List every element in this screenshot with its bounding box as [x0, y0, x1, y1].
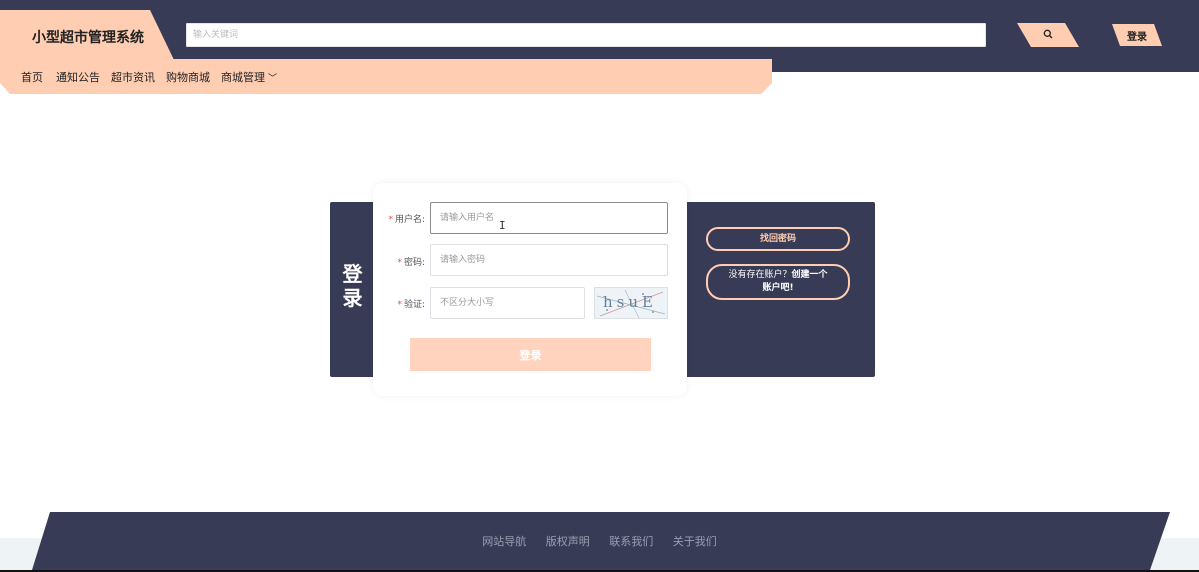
password-label-text: 密码: — [403, 258, 425, 268]
footer-link-contact[interactable]: 联系我们 — [609, 535, 653, 548]
nav-home[interactable]: 首页 — [21, 69, 43, 85]
required-mark: * — [397, 258, 402, 268]
text-cursor-icon: I — [499, 219, 506, 232]
captcha-label: * 验证: — [373, 297, 425, 310]
login-actions-panel: 找回密码 没有存在账户？创建一个账户吧! — [687, 202, 875, 377]
captcha-image[interactable]: hsuE — [594, 287, 668, 319]
login-side-panel: 登 录 — [330, 202, 375, 377]
nav-mall-manage-label: 商城管理 — [221, 71, 265, 84]
username-label: * 用户名: — [373, 212, 425, 225]
login-title-char-2: 录 — [342, 286, 363, 310]
register-prefix-text: 没有存在账户？ — [728, 270, 792, 280]
search-icon — [1043, 29, 1053, 39]
header-login-button[interactable]: 登录 — [1112, 24, 1162, 46]
captcha-label-text: 验证: — [403, 300, 425, 310]
footer-links: 网站导航 版权声明 联系我们 关于我们 — [32, 533, 1170, 549]
captcha-text: hsuE — [603, 293, 657, 311]
nav-notices[interactable]: 通知公告 — [56, 69, 100, 85]
nav-shop[interactable]: 购物商城 — [166, 69, 210, 85]
captcha-input[interactable] — [430, 287, 585, 319]
main-nav: 首页 通知公告 超市资讯 购物商城 商城管理 ﹀ — [0, 59, 772, 94]
login-submit-button[interactable]: 登录 — [410, 338, 651, 371]
footer-link-sitemap[interactable]: 网站导航 — [482, 535, 526, 548]
login-title-char-1: 登 — [342, 262, 363, 286]
password-label: * 密码: — [373, 255, 425, 268]
footer-link-about[interactable]: 关于我们 — [673, 535, 717, 548]
site-logo[interactable]: 小型超市管理系统 — [32, 27, 144, 47]
required-mark: * — [397, 300, 402, 310]
login-panel-title: 登 录 — [330, 262, 375, 310]
site-footer: 网站导航 版权声明 联系我们 关于我们 — [32, 512, 1170, 570]
nav-mall-manage[interactable]: 商城管理 ﹀ — [221, 69, 277, 85]
password-input[interactable] — [430, 244, 668, 276]
login-form-card: *用户名: *密码: *验证: hsuE 登录 — [373, 183, 687, 396]
nav-news[interactable]: 超市资讯 — [111, 69, 155, 85]
username-input[interactable] — [430, 202, 668, 234]
required-mark: * — [388, 215, 393, 225]
captcha-graphic: hsuE — [596, 289, 666, 318]
chevron-down-icon: ﹀ — [268, 74, 278, 84]
search-input[interactable] — [186, 23, 986, 47]
username-label-text: 用户名: — [394, 215, 425, 225]
forgot-password-button[interactable]: 找回密码 — [706, 227, 850, 251]
create-account-button[interactable]: 没有存在账户？创建一个账户吧! — [706, 264, 850, 300]
footer-link-copyright[interactable]: 版权声明 — [546, 535, 590, 548]
